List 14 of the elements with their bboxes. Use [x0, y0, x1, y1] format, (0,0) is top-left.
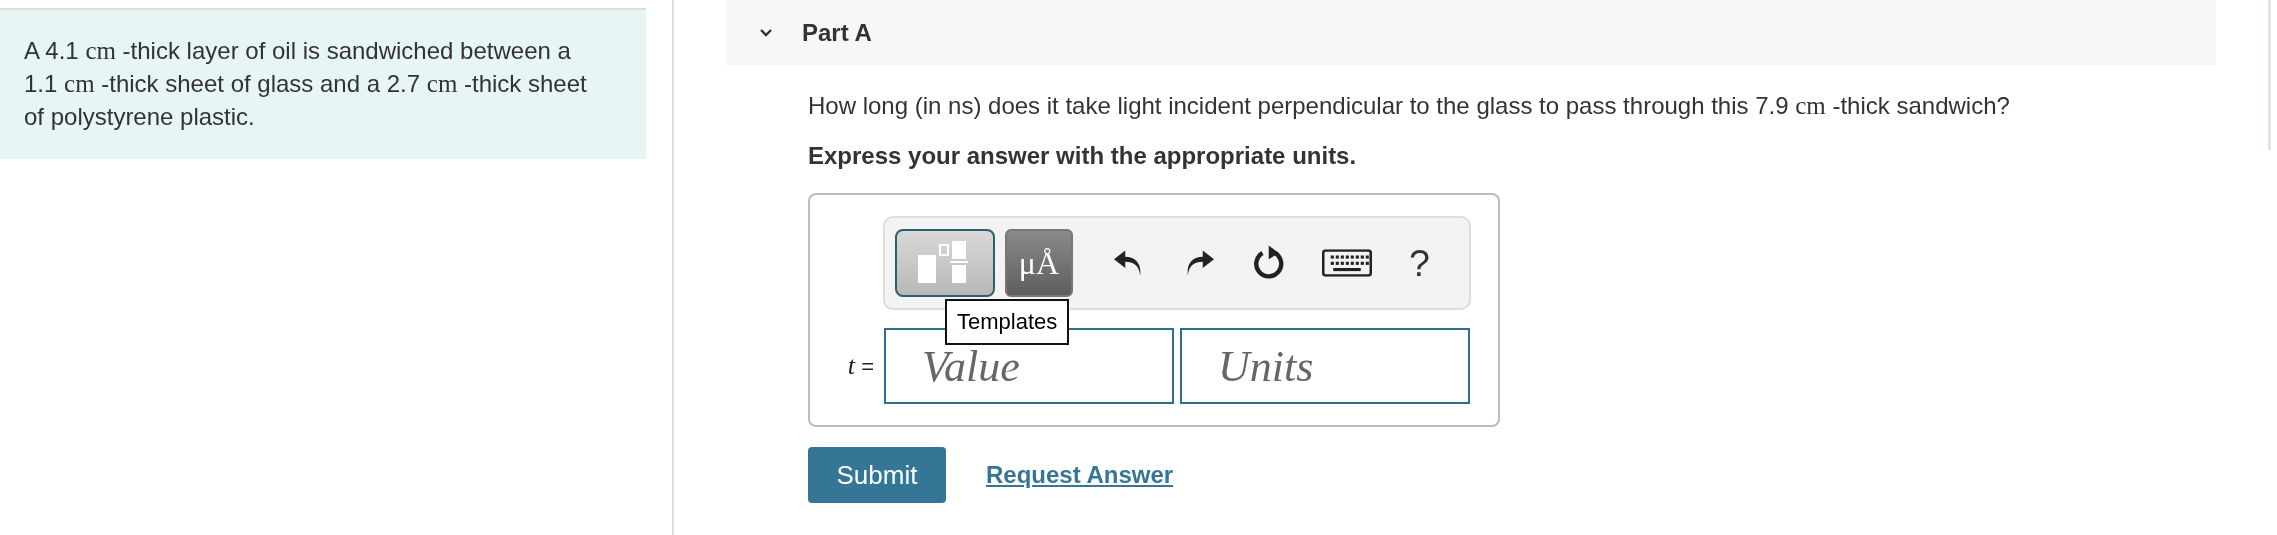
units-field[interactable]: Units	[1180, 328, 1470, 404]
templates-button[interactable]	[895, 229, 995, 297]
help-button[interactable]: ?	[1408, 241, 1430, 285]
part-header[interactable]: Part A	[726, 0, 2216, 65]
question-text: How long (in ns) does it take light incident perpendicular to the glass to pass through this 7.9 cm -thick sandwich?	[808, 91, 2011, 121]
units-button[interactable]: μÅ	[1005, 229, 1073, 297]
instruction-text: Express your answer with the appropriate units.	[808, 141, 1358, 171]
request-answer-link[interactable]: Request Answer	[986, 461, 1174, 489]
part-title: Part A	[802, 18, 872, 47]
submit-button[interactable]: Submit	[808, 447, 946, 503]
tooltip: Templates	[945, 299, 1070, 345]
problem-text: A 4.1 cm -thick layer of oil is sandwiched between a 1.1 cm -thick sheet of glass and a 2.7 cm -thick sheet of polystyrene plastic.	[24, 36, 588, 132]
keyboard-icon[interactable]	[1322, 249, 1372, 277]
variable-label: t =	[846, 351, 875, 381]
